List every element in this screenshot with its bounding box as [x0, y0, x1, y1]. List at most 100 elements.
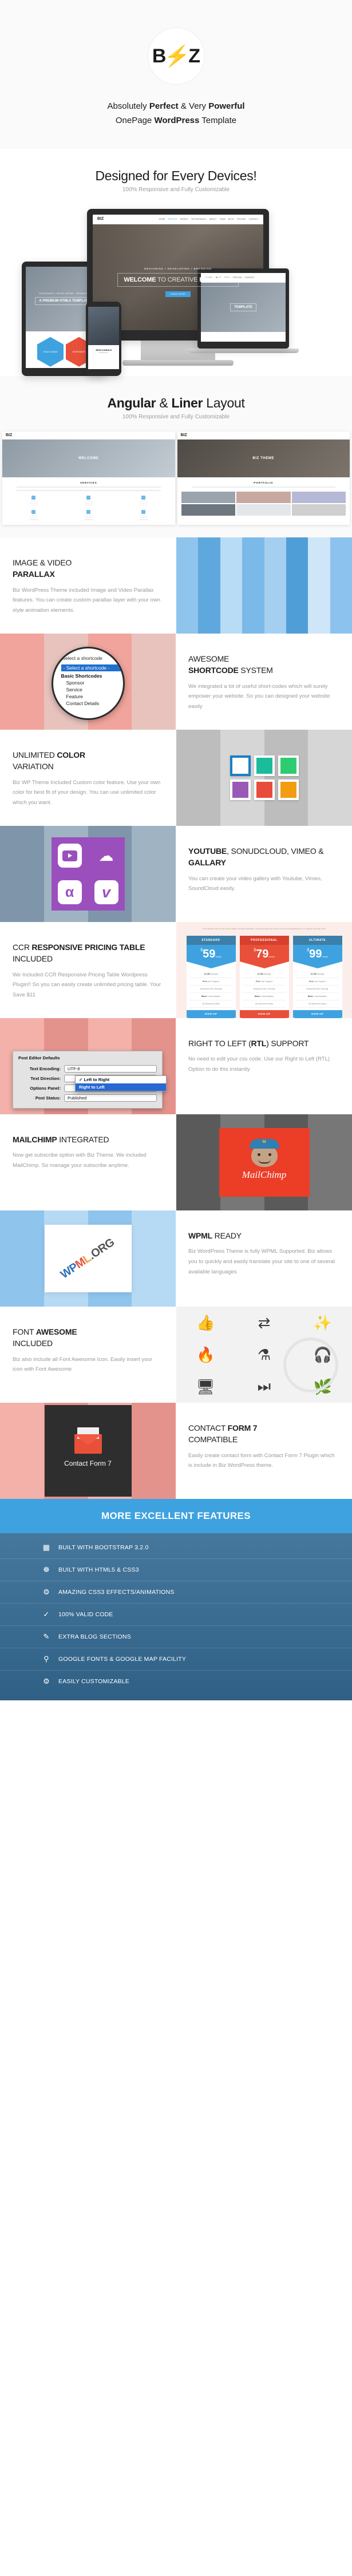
shortcode-option-placeholder[interactable]: - Select a shortcode - [61, 664, 123, 672]
feature-text-shortcodes: AWESOME SHORTCODE SYSTEM We integrated a … [176, 634, 352, 730]
feature-title-media: YOUTUBE, SONUDCLOUD, VIMEO & GALLARY [188, 846, 324, 868]
dialog-field-text-encoding[interactable]: UTF-8 [64, 1065, 157, 1073]
plan-price-professional: 79 [256, 947, 269, 960]
plan-cta-ultimate[interactable]: SIGN UP [292, 1010, 342, 1019]
nav-team[interactable]: TEAM [219, 218, 225, 220]
shuffle-icon: ⇄ [258, 1313, 271, 1331]
shortcode-option-contact-details[interactable]: Contact Details [61, 701, 123, 706]
feature-visual-rtl: Post Editor Defaults Text Encoding: UTF-8… [0, 1018, 176, 1115]
post-editor-defaults-dialog[interactable]: Post Editor Defaults Text Encoding: UTF-8… [13, 1051, 167, 1109]
feature-title-contactform7: CONTACT FORM 7 COMPATIBLE [188, 1423, 258, 1445]
layout-card-liner[interactable]: BIZ BIZ THEME PORTFOLIO [177, 431, 350, 525]
color-swatches[interactable] [230, 755, 299, 801]
feature-visual-pricing: Proin gravida nibh vel velit auctor aliq… [176, 922, 352, 1019]
feature-title-pricing: CCR RESPONSIVE PRICING TABLE INCLUDED [13, 943, 145, 964]
header-hero: B ⚡ Z Absolutely Perfect & Very Powerful… [0, 0, 352, 149]
feature-text-parallax: IMAGE & VIDEO PARALLAX Biz WordPress Them… [0, 537, 176, 634]
feature-row-color: UNLIMITED COLOR VARIATION Biz WP Theme In… [0, 730, 352, 826]
swatch-red[interactable] [254, 779, 275, 801]
nav-about[interactable]: ABOUT [209, 218, 217, 220]
swatch-turquoise[interactable] [254, 755, 275, 777]
shortcode-group-label: Basic Shortcodes [61, 673, 102, 679]
layouts-section-head: Angular & Liner Layout 100% Responsive a… [0, 375, 352, 432]
mock-hero-image: DESIGNING • DEVELOPING • BRANDING WELCOM… [93, 224, 263, 330]
pricing-plan-professional[interactable]: PROFESSIONAL $79/month 10 GB Storage Fre… [239, 935, 289, 1019]
shortcode-option-sponsor[interactable]: Sponsor [61, 680, 123, 686]
more-feature-label: EXTRA BLOG SECTIONS [58, 1633, 131, 1641]
feature-body-rtl: No need to edit your css code. Use our R… [188, 1056, 330, 1073]
plan-cta-professional[interactable]: SIGN UP [239, 1010, 289, 1019]
feature-text-rtl: RIGHT TO LEFT (RTL) SUPPORT No need to e… [176, 1018, 352, 1115]
html5-icon: ☸ [43, 1565, 50, 1574]
nav-pricing[interactable]: PRICING [237, 218, 246, 220]
layout-card-angular[interactable]: BIZ WELCOME SERVICES [2, 431, 175, 525]
phone-person-name: JENS KAMALE [95, 349, 112, 352]
mailchimp-monkey-icon [249, 1139, 279, 1168]
swatch-purple[interactable] [230, 779, 251, 801]
dialog-label-text-direction: Text Direction: [30, 1076, 61, 1082]
menu-option-left-to-right[interactable]: ✓ Left to Right [76, 1076, 166, 1083]
menu-option-right-to-left[interactable]: Right to Left [76, 1083, 166, 1091]
swatch-green[interactable] [278, 755, 299, 777]
more-feature-label: BUILT WITH HTML5 & CSS3 [58, 1566, 139, 1574]
shortcode-option-feature[interactable]: Feature [61, 694, 123, 699]
swatch-white[interactable] [230, 755, 251, 777]
fast-forward-icon: ⏭ [257, 1378, 271, 1395]
tagline-line-1: Absolutely Perfect & Very Powerful [107, 101, 245, 111]
desktop-base [122, 359, 234, 366]
plan-period-standard: /month [215, 955, 222, 958]
wpml-logo-card: WPML.ORG [44, 1225, 132, 1293]
shortcode-option-service[interactable]: Service [61, 687, 123, 693]
pricing-plan-standard[interactable]: STANDARD $59/month 10 GB Storage Free Li… [186, 935, 236, 1019]
more-feature-customizable: ⚙ EASILY CUSTOMIZABLE [0, 1671, 352, 1692]
mock-hero-button[interactable]: LEARN MORE [165, 291, 191, 297]
mock-hero-kicker: DESIGNING • DEVELOPING • BRANDING [144, 267, 212, 270]
plan-period-professional: /month [268, 955, 275, 958]
feature-row-pricing: CCR RESPONSIVE PRICING TABLE INCLUDED We… [0, 922, 352, 1019]
more-feature-valid-code: ✓ 100% VALID CODE [0, 1604, 352, 1627]
layout-section-title-service: SERVICES [80, 481, 97, 484]
layout-logo-b: BIZ [180, 433, 187, 437]
pricing-plan-ultimate[interactable]: ULTIMATE $99/month 10 GB Storage Free Li… [292, 935, 342, 1019]
nav-testimonials[interactable]: TESTIMONIALS [191, 218, 207, 220]
feature-body-pricing: We Included CCR Responsive Pricing Table… [13, 971, 161, 999]
wpml-wordmark: WPML.ORG [58, 1236, 117, 1281]
tablet-kicker: DESIGNING • DEVELOPING • BRANDING [39, 292, 90, 295]
feature-text-fontawesome: FONT AWESOME INCLUDED Biz also include al… [0, 1307, 176, 1403]
plan-cta-standard[interactable]: SIGN UP [186, 1010, 236, 1019]
feature-visual-color [176, 730, 352, 826]
shortcode-dropdown-zoom[interactable]: Select a shortcode - Select a shortcode … [51, 647, 125, 721]
more-feature-google-fonts-map: ⚲ GOOGLE FONTS & GOOGLE MAP FACILITY [0, 1648, 352, 1671]
plan-name-professional: PROFESSIONAL [239, 935, 289, 945]
text-direction-menu[interactable]: ✓ Left to Right Right to Left [75, 1075, 167, 1092]
feature-title-parallax: IMAGE & VIDEO PARALLAX [13, 558, 72, 579]
map-icon: ⚲ [43, 1655, 49, 1664]
dialog-title: Post Editor Defaults [18, 1055, 60, 1061]
nav-blog[interactable]: BLOG [228, 218, 234, 220]
plan-name-ultimate: ULTIMATE [292, 935, 342, 945]
parallax-stripes [176, 537, 352, 634]
plan-name-standard: STANDARD [186, 935, 236, 945]
fire-icon: 🔥 [196, 1346, 215, 1363]
feature-row-media: ☁ α v YOUTUBE, SONUDCLOUD, VIMEO & GALLA… [0, 826, 352, 923]
nav-service[interactable]: SERVICE [168, 218, 177, 220]
feature-text-color: UNLIMITED COLOR VARIATION Biz WP Theme In… [0, 730, 176, 826]
lightning-bolt-icon: ⚡ [163, 44, 191, 68]
plan-price-standard: 59 [203, 947, 216, 960]
dialog-field-post-status[interactable]: Published [64, 1094, 157, 1102]
feature-visual-mailchimp: MailChimp [176, 1114, 352, 1211]
feature-title-wpml: WPML READY [188, 1231, 242, 1241]
nav-works[interactable]: WORKS [180, 218, 188, 220]
thumbs-up-icon: 👍 [196, 1313, 215, 1331]
nav-home[interactable]: HOME [159, 218, 165, 220]
feature-row-shortcodes: Select a shortcode - Select a shortcode … [0, 634, 352, 730]
swatch-orange[interactable] [278, 779, 299, 801]
contact-form-7-label: Contact Form 7 [64, 1459, 112, 1468]
flask-icon: ⚗ [257, 1346, 271, 1363]
mock-hero-title: WELCOME TO CREATIVE BIZ THEME [117, 272, 239, 287]
magic-icon: ⚙ [43, 1588, 50, 1597]
nav-contact[interactable]: CONTACT [248, 218, 259, 220]
decorative-ring [283, 1338, 338, 1393]
dialog-label-text-encoding: Text Encoding: [29, 1066, 61, 1072]
phone-person-role: Programmer [98, 351, 109, 354]
